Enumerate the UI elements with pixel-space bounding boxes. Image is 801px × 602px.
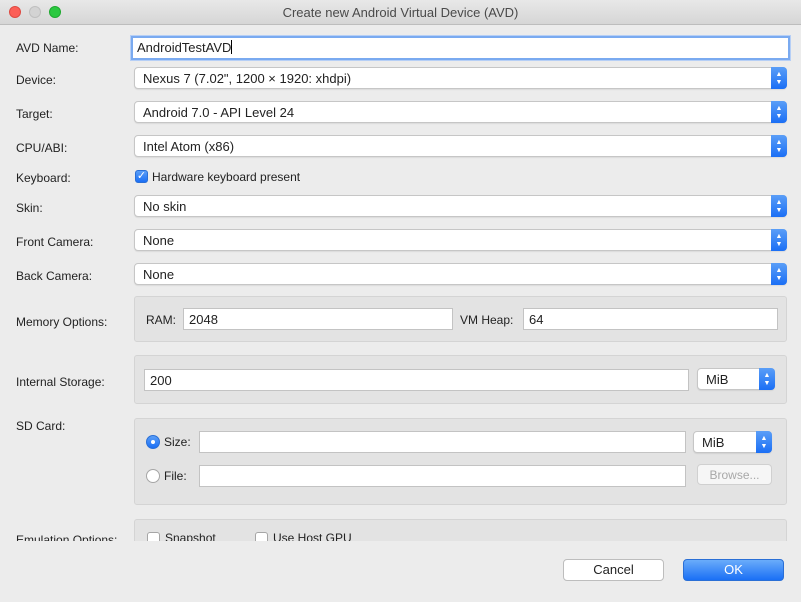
chevron-updown-icon: ▲ ▼ <box>771 67 787 89</box>
front-camera-value: None <box>143 233 175 248</box>
chevron-updown-icon: ▲ ▼ <box>759 368 775 390</box>
back-camera-value: None <box>143 267 175 282</box>
ram-value: 2048 <box>189 312 218 327</box>
internal-storage-value: 200 <box>150 373 172 388</box>
window-title: Create new Android Virtual Device (AVD) <box>282 5 519 20</box>
target-label: Target: <box>16 107 53 121</box>
sd-file-radio[interactable] <box>146 469 160 483</box>
back-camera-select[interactable]: None ▲ ▼ <box>134 263 787 285</box>
ram-label: RAM: <box>146 313 176 327</box>
front-camera-select[interactable]: None ▲ ▼ <box>134 229 787 251</box>
text-caret <box>231 40 233 54</box>
sd-file-input[interactable] <box>199 465 686 487</box>
hardware-keyboard-label[interactable]: Hardware keyboard present <box>152 170 300 184</box>
chevron-updown-icon: ▲ ▼ <box>771 195 787 217</box>
internal-storage-input[interactable]: 200 <box>144 369 689 391</box>
sd-file-label[interactable]: File: <box>164 469 187 483</box>
avd-name-label: AVD Name: <box>16 41 79 55</box>
chevron-updown-icon: ▲ ▼ <box>756 431 772 453</box>
memory-options-group: RAM: 2048 VM Heap: 64 <box>134 296 787 342</box>
keyboard-label: Keyboard: <box>16 171 71 185</box>
internal-storage-label: Internal Storage: <box>16 375 105 389</box>
button-bar <box>0 541 801 602</box>
cancel-button[interactable]: Cancel <box>563 559 664 581</box>
front-camera-label: Front Camera: <box>16 235 94 249</box>
hardware-keyboard-checkbox[interactable]: ✓ <box>135 170 148 183</box>
checkmark-icon: ✓ <box>136 170 147 182</box>
sd-card-group: Size: MiB ▲ ▼ File: Browse... <box>134 418 787 505</box>
chevron-updown-icon: ▲ ▼ <box>771 263 787 285</box>
sd-size-input[interactable] <box>199 431 686 453</box>
device-label: Device: <box>16 73 57 87</box>
back-camera-label: Back Camera: <box>16 269 93 283</box>
cpu-abi-select[interactable]: Intel Atom (x86) ▲ ▼ <box>134 135 787 157</box>
vm-heap-label: VM Heap: <box>460 313 514 327</box>
target-value: Android 7.0 - API Level 24 <box>143 105 295 120</box>
browse-button[interactable]: Browse... <box>697 464 772 485</box>
sd-size-radio[interactable] <box>146 435 160 449</box>
internal-storage-group: 200 MiB ▲ ▼ <box>134 355 787 404</box>
skin-select[interactable]: No skin ▲ ▼ <box>134 195 787 217</box>
sd-size-label[interactable]: Size: <box>164 435 191 449</box>
vm-heap-value: 64 <box>529 312 544 327</box>
target-select[interactable]: Android 7.0 - API Level 24 ▲ ▼ <box>134 101 787 123</box>
memory-options-label: Memory Options: <box>16 315 108 329</box>
cpu-abi-label: CPU/ABI: <box>16 141 68 155</box>
avd-name-input[interactable]: AndroidTestAVD <box>131 36 790 60</box>
ram-input[interactable]: 2048 <box>183 308 453 330</box>
device-select[interactable]: Nexus 7 (7.02", 1200 × 1920: xhdpi) ▲ ▼ <box>134 67 787 89</box>
chevron-updown-icon: ▲ ▼ <box>771 101 787 123</box>
chevron-updown-icon: ▲ ▼ <box>771 229 787 251</box>
title-bar: Create new Android Virtual Device (AVD) <box>0 0 801 25</box>
sd-size-unit-select[interactable]: MiB ▲ ▼ <box>693 431 772 453</box>
sd-size-unit: MiB <box>702 435 725 450</box>
avd-name-value: AndroidTestAVD <box>137 40 232 55</box>
internal-storage-unit-select[interactable]: MiB ▲ ▼ <box>697 368 775 390</box>
internal-storage-unit: MiB <box>706 372 729 387</box>
vm-heap-input[interactable]: 64 <box>523 308 778 330</box>
skin-value: No skin <box>143 199 187 214</box>
cpu-abi-value: Intel Atom (x86) <box>143 139 235 154</box>
device-value: Nexus 7 (7.02", 1200 × 1920: xhdpi) <box>143 71 352 86</box>
chevron-updown-icon: ▲ ▼ <box>771 135 787 157</box>
skin-label: Skin: <box>16 201 43 215</box>
ok-button[interactable]: OK <box>683 559 784 581</box>
sd-card-label: SD Card: <box>16 419 66 433</box>
